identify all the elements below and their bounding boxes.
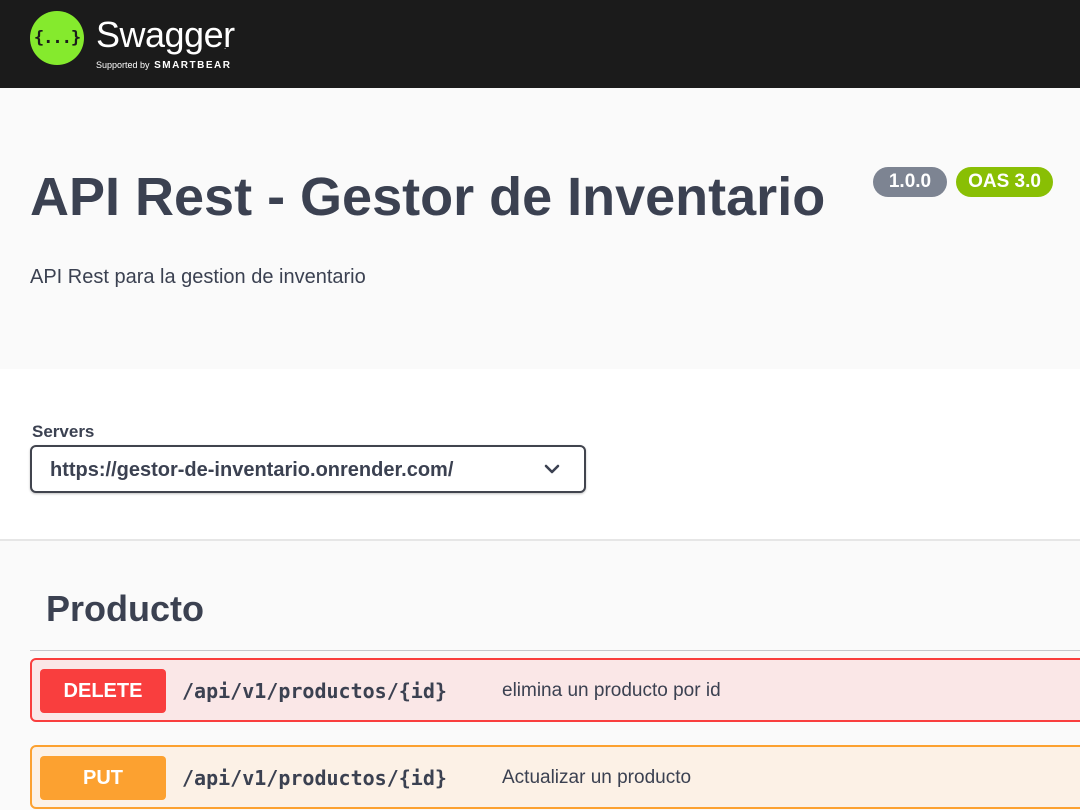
logo-trademark: . — [224, 42, 227, 51]
tag-producto-heading[interactable]: Producto — [46, 588, 204, 630]
version-badge: 1.0.0 — [873, 167, 947, 197]
operation-delete-producto[interactable]: DELETE /api/v1/productos/{id} elimina un… — [30, 658, 1080, 722]
logo-glyph: {...} — [33, 28, 81, 48]
supported-by-text: Supported by — [96, 60, 150, 70]
tag-divider — [30, 650, 1080, 651]
operation-path: /api/v1/productos/{id} — [182, 766, 447, 790]
method-badge-put: PUT — [40, 756, 166, 800]
swagger-logo-icon[interactable]: {...} — [30, 11, 84, 65]
logo-wordmark[interactable]: Swagger — [96, 14, 235, 56]
smartbear-text: SMARTBEAR — [154, 60, 232, 71]
logo-subtitle: Supported by SMARTBEAR — [96, 60, 231, 71]
servers-section: Servers https://gestor-de-inventario.onr… — [0, 369, 1080, 541]
operation-path: /api/v1/productos/{id} — [182, 679, 447, 703]
topbar: {...} Swagger . Supported by SMARTBEAR — [0, 0, 1080, 88]
servers-label: Servers — [32, 422, 95, 441]
operation-put-producto[interactable]: PUT /api/v1/productos/{id} Actualizar un… — [30, 745, 1080, 809]
servers-selected-value: https://gestor-de-inventario.onrender.co… — [50, 459, 454, 481]
oas-badge: OAS 3.0 — [956, 167, 1053, 197]
page-title: API Rest - Gestor de Inventario — [30, 167, 826, 227]
info-section: API Rest - Gestor de Inventario 1.0.0 OA… — [0, 88, 1080, 369]
chevron-down-icon — [544, 464, 560, 474]
servers-select[interactable]: https://gestor-de-inventario.onrender.co… — [30, 445, 586, 493]
method-badge-delete: DELETE — [40, 669, 166, 713]
operation-summary: Actualizar un producto — [502, 767, 692, 788]
api-description: API Rest para la gestion de inventario — [30, 266, 366, 288]
operation-summary: elimina un producto por id — [502, 680, 721, 701]
